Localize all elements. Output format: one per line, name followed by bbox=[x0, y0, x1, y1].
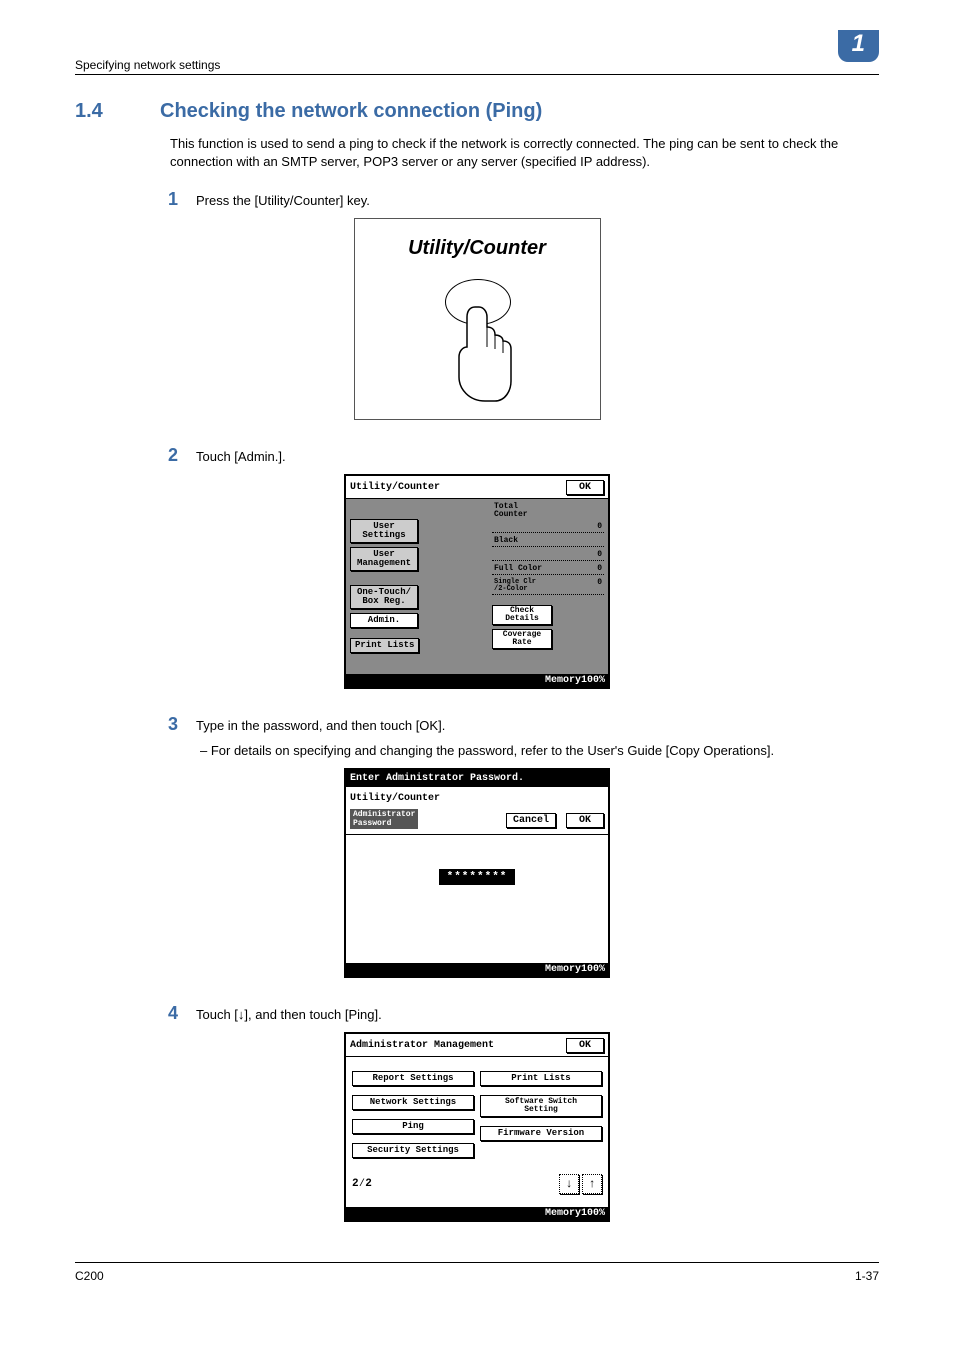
lcd-title: Utility/Counter bbox=[350, 482, 440, 493]
step-text: Press the [Utility/Counter] key. bbox=[196, 193, 879, 208]
step-number: 4 bbox=[160, 1003, 178, 1024]
counter-value: 0 bbox=[597, 551, 602, 559]
counter-value: 0 bbox=[597, 565, 602, 573]
step-number: 3 bbox=[160, 714, 178, 735]
admin-button[interactable]: Admin. bbox=[350, 613, 418, 628]
ok-button[interactable]: OK bbox=[566, 1038, 604, 1053]
lcd-admin-password-screen: Enter Administrator Password. Utility/Co… bbox=[344, 768, 610, 978]
check-details-button[interactable]: CheckDetails bbox=[492, 605, 552, 625]
ok-button[interactable]: OK bbox=[566, 480, 604, 495]
report-settings-button[interactable]: Report Settings bbox=[352, 1071, 474, 1086]
counter-value: 0 bbox=[597, 523, 602, 531]
ping-button[interactable]: Ping bbox=[352, 1119, 474, 1134]
total-counter-label: TotalCounter bbox=[492, 503, 604, 519]
header-breadcrumb: Specifying network settings bbox=[75, 58, 220, 72]
arrow-up-button[interactable]: ↑ bbox=[582, 1174, 602, 1194]
lcd-prompt: Enter Administrator Password. bbox=[346, 770, 608, 787]
utility-counter-label: Utility/Counter bbox=[355, 219, 600, 260]
cancel-button[interactable]: Cancel bbox=[506, 813, 556, 828]
memory-indicator: Memory100% bbox=[346, 963, 608, 976]
memory-indicator: Memory100% bbox=[346, 674, 608, 687]
section-intro: This function is used to send a ping to … bbox=[170, 135, 879, 171]
memory-indicator: Memory100% bbox=[346, 1207, 608, 1220]
password-input[interactable]: ******** bbox=[439, 869, 516, 885]
ok-button[interactable]: OK bbox=[566, 813, 604, 828]
footer-page: 1-37 bbox=[855, 1269, 879, 1283]
step-number: 1 bbox=[160, 189, 178, 210]
section-title: Checking the network connection (Ping) bbox=[160, 100, 542, 123]
section-number: 1.4 bbox=[75, 100, 125, 123]
counter-label-2color: Single Clr/2-Color bbox=[494, 579, 536, 593]
step-number: 2 bbox=[160, 445, 178, 466]
security-settings-button[interactable]: Security Settings bbox=[352, 1143, 474, 1158]
user-settings-button[interactable]: UserSettings bbox=[350, 519, 418, 543]
arrow-down-button[interactable]: ↓ bbox=[559, 1174, 579, 1194]
counter-value: 0 bbox=[597, 579, 602, 593]
step-text: Touch [↓], and then touch [Ping]. bbox=[196, 1007, 879, 1022]
utility-counter-illustration: Utility/Counter bbox=[354, 218, 601, 420]
finger-icon bbox=[455, 299, 515, 409]
counter-label-fullcolor: Full Color bbox=[494, 565, 542, 573]
firmware-version-button[interactable]: Firmware Version bbox=[480, 1126, 602, 1141]
print-lists-button[interactable]: Print Lists bbox=[350, 638, 419, 653]
network-settings-button[interactable]: Network Settings bbox=[352, 1095, 474, 1110]
footer-model: C200 bbox=[75, 1269, 104, 1283]
lcd-admin-management-screen: Administrator Management OK Report Setti… bbox=[344, 1032, 610, 1222]
print-lists-button[interactable]: Print Lists bbox=[480, 1071, 602, 1086]
chapter-badge: 1 bbox=[838, 30, 879, 62]
one-touch-box-reg-button[interactable]: One-Touch/Box Reg. bbox=[350, 585, 418, 609]
admin-password-label: AdministratorPassword bbox=[350, 809, 418, 829]
counter-label-black: Black bbox=[494, 537, 518, 545]
software-switch-button[interactable]: Software SwitchSetting bbox=[480, 1095, 602, 1117]
lcd-title: Administrator Management bbox=[350, 1040, 494, 1051]
lcd-utility-counter-screen: Utility/Counter OK UserSettings UserMana… bbox=[344, 474, 610, 689]
step-text: Touch [Admin.]. bbox=[196, 449, 879, 464]
coverage-rate-button[interactable]: CoverageRate bbox=[492, 629, 552, 649]
user-management-button[interactable]: UserManagement bbox=[350, 547, 418, 571]
step-text: Type in the password, and then touch [OK… bbox=[196, 718, 879, 733]
page-indicator: 2⁄2 bbox=[352, 1178, 372, 1190]
lcd-breadcrumb: Utility/Counter bbox=[350, 793, 440, 804]
step-sub-note: – For details on specifying and changing… bbox=[200, 743, 879, 758]
